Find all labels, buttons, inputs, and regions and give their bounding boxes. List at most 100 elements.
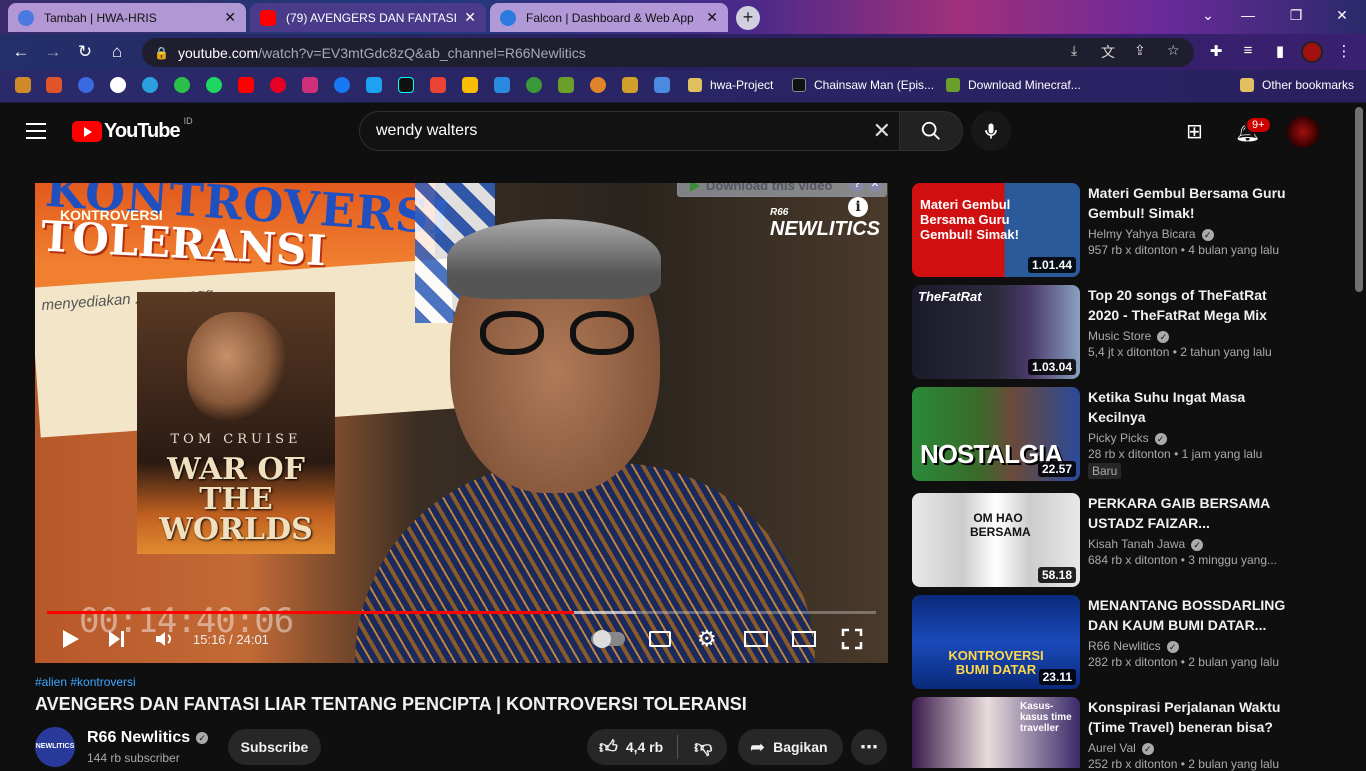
next-video-icon[interactable] — [107, 627, 127, 651]
recommendation-item[interactable]: Materi Gembul Bersama Guru Gembul! Simak… — [912, 183, 1292, 277]
miniplayer-icon[interactable] — [744, 631, 768, 647]
create-video-icon[interactable]: ⊞ — [1186, 119, 1203, 144]
tiktok-icon[interactable] — [398, 77, 414, 93]
video-thumbnail[interactable]: KONTROVERSI BUMI DATAR 23.11 — [912, 595, 1080, 689]
close-icon[interactable]: ✕ — [706, 9, 718, 26]
theater-mode-icon[interactable] — [792, 631, 816, 647]
recommendation-channel[interactable]: Music Store ✓ — [1088, 329, 1298, 343]
channel-name[interactable]: R66 Newlitics ✓ — [87, 729, 209, 747]
recommendation-item[interactable]: OM HAO BERSAMA 58.18 PERKARA GAIB BERSAM… — [912, 493, 1292, 587]
twitter-icon[interactable] — [366, 77, 382, 93]
bookmark-chainsaw-man[interactable]: Chainsaw Man (Epis... — [792, 78, 934, 92]
dislike-thumb-icon[interactable]: 👎︎ — [694, 736, 712, 758]
share-button[interactable]: ➦ Bagikan — [738, 729, 843, 765]
close-window-icon[interactable]: ✕ — [1322, 4, 1362, 26]
like-count[interactable]: 4,4 rb — [626, 739, 663, 755]
youtube-bookmark-icon[interactable] — [238, 77, 254, 93]
like-thumb-icon[interactable]: 👍︎ — [599, 736, 618, 758]
bookmark-icon[interactable] — [46, 77, 62, 93]
settings-gear-icon[interactable]: ⚙ — [697, 627, 717, 651]
video-thumbnail[interactable]: NOSTALGIA 22.57 — [912, 387, 1080, 481]
translate-icon[interactable]: 文 — [1101, 42, 1115, 62]
close-icon[interactable]: ✕ — [464, 9, 476, 26]
bookmark-other[interactable]: Other bookmarks — [1240, 78, 1354, 92]
translate-bookmark-icon[interactable] — [654, 77, 670, 93]
instagram-icon[interactable] — [302, 77, 318, 93]
download-help-icon[interactable]: ? — [850, 183, 864, 192]
telegram-icon[interactable] — [142, 77, 158, 93]
download-close-icon[interactable]: ✕ — [868, 183, 882, 192]
channel-avatar[interactable]: NEWLITICS — [35, 727, 75, 767]
download-video-bar[interactable]: Download this video ? ✕ — [677, 183, 887, 197]
maximize-icon[interactable]: ❐ — [1276, 4, 1316, 26]
bookmark-icon[interactable] — [526, 77, 542, 93]
video-thumbnail[interactable]: OM HAO BERSAMA 58.18 — [912, 493, 1080, 587]
fullscreen-icon[interactable] — [841, 627, 863, 651]
seek-bar[interactable] — [47, 611, 876, 614]
recommendation-channel[interactable]: Aurel Val ✓ — [1088, 741, 1298, 755]
bookmark-star-icon[interactable]: ☆ — [1167, 42, 1180, 59]
recommendation-channel[interactable]: Kisah Tanah Jawa ✓ — [1088, 537, 1298, 551]
recommendation-title[interactable]: Materi Gembul Bersama Guru Gembul! Simak… — [1088, 183, 1298, 223]
reload-icon[interactable]: ↻ — [74, 41, 96, 63]
pinterest-icon[interactable] — [270, 77, 286, 93]
home-icon[interactable]: ⌂ — [106, 41, 128, 63]
facebook-icon[interactable] — [334, 77, 350, 93]
recommendation-item[interactable]: TheFatRat 1.03.04 Top 20 songs of TheFat… — [912, 285, 1292, 379]
youtube-logo[interactable]: YouTube ID — [72, 116, 193, 143]
voice-search-button[interactable] — [971, 111, 1011, 151]
recommendation-title[interactable]: Ketika Suhu Ingat Masa Kecilnya — [1088, 387, 1298, 427]
recommendation-title[interactable]: Top 20 songs of TheFatRat 2020 - TheFatR… — [1088, 285, 1298, 325]
account-avatar[interactable] — [1287, 116, 1319, 148]
extensions-icon[interactable]: ✚ — [1206, 42, 1226, 60]
forward-icon[interactable]: → — [42, 41, 64, 63]
video-thumbnail[interactable]: Materi Gembul Bersama Guru Gembul! Simak… — [912, 183, 1080, 277]
whatsapp-icon[interactable] — [174, 77, 190, 93]
autoplay-toggle[interactable] — [591, 630, 625, 648]
bookmark-download-minecraft[interactable]: Download Minecraf... — [946, 78, 1081, 92]
back-icon[interactable]: ← — [10, 41, 32, 63]
play-icon[interactable] — [61, 627, 81, 651]
tab-search-icon[interactable]: ⌄ — [1188, 4, 1228, 26]
subscribe-button[interactable]: Subscribe — [228, 729, 321, 765]
bookmark-icon[interactable] — [558, 77, 574, 93]
github-icon[interactable] — [110, 77, 126, 93]
address-bar[interactable]: 🔒 youtube.com/watch?v=EV3mtGdc8zQ&ab_cha… — [142, 38, 1194, 67]
recommendation-channel[interactable]: Picky Picks ✓ — [1088, 431, 1298, 445]
profile-avatar[interactable] — [1301, 41, 1323, 63]
video-thumbnail[interactable]: Kasus-kasus time traveller — [912, 697, 1080, 768]
page-scrollbar[interactable] — [1352, 103, 1366, 768]
install-app-icon[interactable]: ⤓ — [1071, 42, 1077, 59]
menu-kebab-icon[interactable]: ⋮ — [1334, 42, 1354, 60]
bookmark-icon[interactable] — [622, 77, 638, 93]
info-card-icon[interactable]: i — [848, 197, 868, 217]
hamburger-menu-icon[interactable] — [26, 123, 46, 144]
spotify-icon[interactable] — [206, 77, 222, 93]
media-control-icon[interactable]: ≡ — [1238, 42, 1258, 59]
side-panel-icon[interactable]: ▮ — [1270, 42, 1290, 60]
recommendation-item[interactable]: KONTROVERSI BUMI DATAR 23.11 MENANTANG B… — [912, 595, 1292, 689]
bookmark-icon[interactable] — [590, 77, 606, 93]
recommendation-title[interactable]: MENANTANG BOSSDARLING DAN KAUM BUMI DATA… — [1088, 595, 1298, 635]
bookmark-icon[interactable] — [494, 77, 510, 93]
volume-icon[interactable] — [153, 627, 177, 651]
bookmark-icon[interactable] — [78, 77, 94, 93]
video-player[interactable]: KONTROVERSI KONTROVERSI TOLERANSI menyed… — [35, 183, 888, 663]
gmail-icon[interactable] — [430, 77, 446, 93]
recommendation-title[interactable]: Konspirasi Perjalanan Waktu (Time Travel… — [1088, 697, 1298, 737]
scrollbar-thumb[interactable] — [1355, 107, 1363, 292]
more-actions-button[interactable]: ⋯ — [851, 729, 887, 765]
search-input[interactable]: wendy walters ✕ — [359, 111, 900, 151]
lock-icon[interactable]: 🔒 — [154, 46, 169, 60]
search-button[interactable] — [899, 111, 963, 151]
video-hashtags[interactable]: #alien #kontroversi — [35, 675, 136, 689]
recommendation-channel[interactable]: Helmy Yahya Bicara ✓ — [1088, 227, 1298, 241]
tab-falcon-dashboard[interactable]: Falcon | Dashboard & Web App ✕ — [490, 3, 728, 32]
subtitles-icon[interactable] — [649, 631, 671, 647]
recommendation-channel[interactable]: R66 Newlitics ✓ — [1088, 639, 1298, 653]
tab-youtube-video[interactable]: (79) AVENGERS DAN FANTASI LIAR ✕ — [250, 3, 486, 32]
new-tab-button[interactable]: + — [736, 6, 760, 30]
video-thumbnail[interactable]: TheFatRat 1.03.04 — [912, 285, 1080, 379]
close-icon[interactable]: ✕ — [224, 9, 236, 26]
recommendation-title[interactable]: PERKARA GAIB BERSAMA USTADZ FAIZAR... — [1088, 493, 1298, 533]
